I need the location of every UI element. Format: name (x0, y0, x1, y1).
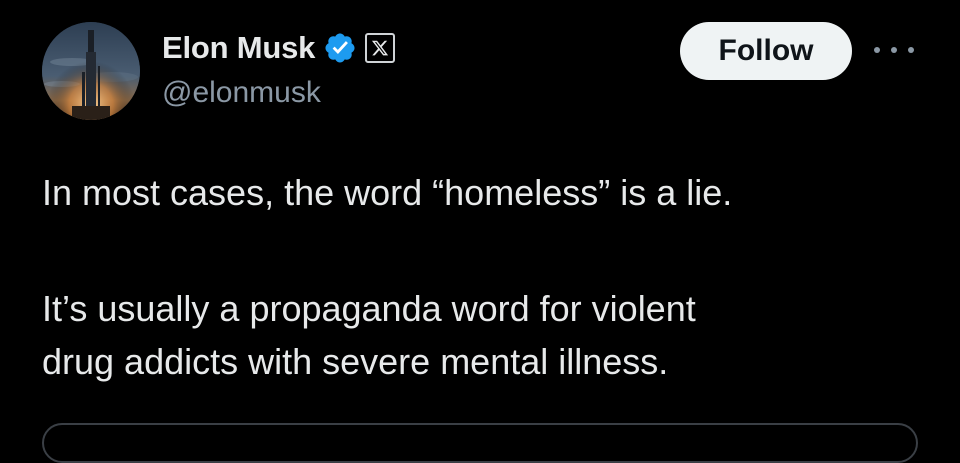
embedded-card-edge[interactable] (42, 423, 918, 463)
tweet-text-line: drug addicts with severe mental illness. (42, 341, 669, 382)
author-handle[interactable]: @elonmusk (162, 76, 321, 110)
tweet-text-paragraph-2: It’s usually a propaganda word for viole… (42, 282, 922, 388)
follow-button[interactable]: Follow (680, 22, 852, 80)
avatar[interactable] (42, 22, 140, 120)
tweet-text-paragraph-1: In most cases, the word “homeless” is a … (42, 166, 922, 219)
more-horizontal-icon[interactable] (874, 40, 914, 60)
tweet-text-line: It’s usually a propaganda word for viole… (42, 288, 696, 329)
more-dot (891, 47, 897, 53)
more-dot (908, 47, 914, 53)
tweet-text-line: In most cases, the word “homeless” is a … (42, 172, 733, 213)
more-dot (874, 47, 880, 53)
author-display-name[interactable]: Elon Musk (162, 30, 315, 66)
verified-checkmark-icon[interactable] (323, 31, 357, 65)
tweet-card: Elon Musk @elonmusk Follow In most cases… (0, 0, 960, 463)
avatar-rocket-launch-image (42, 22, 140, 120)
author-name-row: Elon Musk (162, 26, 396, 70)
x-logo-icon[interactable] (365, 33, 396, 63)
